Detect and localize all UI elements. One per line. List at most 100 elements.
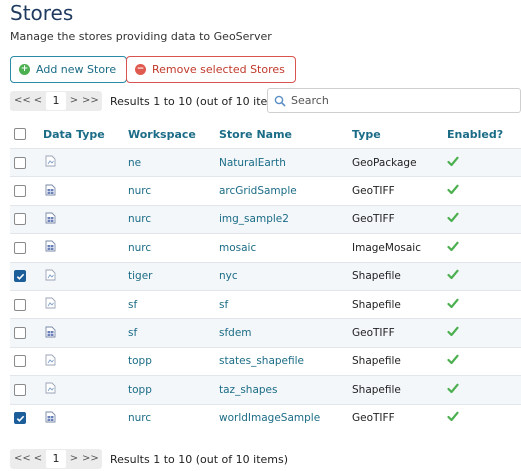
vector-store-icon — [43, 155, 56, 167]
enabled-check-icon — [447, 411, 459, 422]
row-enabled — [447, 354, 521, 368]
vector-store-icon — [43, 382, 56, 394]
enabled-check-icon — [447, 212, 459, 223]
row-data-type — [43, 297, 128, 312]
pager-prev-button[interactable]: < — [30, 92, 46, 110]
row-select-checkbox[interactable] — [14, 298, 26, 311]
row-store-name-link[interactable]: mosaic — [219, 242, 256, 254]
header-data-type[interactable]: Data Type — [43, 128, 128, 141]
select-all-cell — [10, 128, 43, 140]
row-select-checkbox[interactable] — [14, 213, 26, 226]
enabled-check-icon — [447, 241, 459, 252]
page-subtitle: Manage the stores providing data to GeoS… — [10, 30, 272, 43]
row-enabled — [447, 212, 521, 226]
row-store-name-link[interactable]: sf — [219, 299, 228, 311]
table-row: nurc worldImageSample GeoTIFF — [10, 403, 521, 432]
row-workspace-link[interactable]: sf — [128, 327, 137, 339]
header-type[interactable]: Type — [352, 128, 447, 141]
table-row: nurc arcGridSample GeoTIFF — [10, 176, 521, 204]
enabled-check-icon — [447, 156, 459, 167]
row-type: Shapefile — [352, 270, 401, 283]
header-store-name[interactable]: Store Name — [219, 128, 352, 141]
row-select-checkbox[interactable] — [14, 185, 26, 198]
row-workspace-link[interactable]: nurc — [128, 412, 151, 424]
add-new-store-label: Add new Store — [36, 63, 117, 76]
pager-controls-bottom: << < 1 > >> — [10, 449, 102, 469]
pager-next-button[interactable]: > — [66, 92, 82, 110]
pager-page-1-bottom[interactable]: 1 — [46, 450, 66, 468]
enabled-check-icon — [447, 354, 459, 365]
minus-icon: − — [135, 64, 146, 75]
row-type: GeoPackage — [352, 156, 417, 169]
row-select-checkbox[interactable] — [14, 270, 26, 283]
row-type: ImageMosaic — [352, 241, 421, 254]
table-row: topp states_shapefile Shapefile — [10, 346, 521, 375]
row-store-name-link[interactable]: nyc — [219, 270, 238, 282]
row-workspace-link[interactable]: ne — [128, 157, 141, 169]
row-select-cell — [10, 270, 43, 283]
row-data-type — [43, 382, 128, 397]
row-data-type — [43, 155, 128, 170]
row-select-checkbox[interactable] — [14, 383, 26, 396]
header-workspace[interactable]: Workspace — [128, 128, 219, 141]
pager-top: << < 1 > >> Results 1 to 10 (out of 10 i… — [10, 90, 288, 112]
row-data-type — [43, 269, 128, 284]
row-data-type — [43, 354, 128, 369]
row-select-checkbox[interactable] — [14, 355, 26, 368]
row-data-type — [43, 240, 128, 255]
pager-page-1[interactable]: 1 — [46, 92, 66, 110]
search-input[interactable] — [291, 94, 501, 107]
row-select-checkbox[interactable] — [14, 327, 26, 340]
row-workspace-link[interactable]: nurc — [128, 242, 151, 254]
row-data-type — [43, 212, 128, 227]
pager-info: Results 1 to 10 (out of 10 items) — [110, 94, 289, 108]
row-workspace-link[interactable]: topp — [128, 355, 152, 367]
table-row: ne NaturalEarth GeoPackage — [10, 148, 521, 177]
raster-store-icon — [43, 326, 56, 338]
search-box[interactable] — [267, 88, 521, 113]
row-workspace-link[interactable]: topp — [128, 384, 152, 396]
row-workspace-link[interactable]: nurc — [128, 213, 151, 225]
remove-selected-stores-label: Remove selected Stores — [152, 63, 285, 76]
remove-selected-stores-button[interactable]: − Remove selected Stores — [126, 56, 296, 83]
table-row: nurc mosaic ImageMosaic — [10, 233, 521, 261]
pager-prev-button-bottom[interactable]: < — [30, 450, 46, 468]
pager-bottom: << < 1 > >> Results 1 to 10 (out of 10 i… — [10, 448, 288, 470]
row-store-name-link[interactable]: arcGridSample — [219, 185, 297, 197]
row-data-type — [43, 184, 128, 199]
row-type: GeoTIFF — [352, 327, 395, 340]
pager-last-button-bottom[interactable]: >> — [82, 450, 99, 468]
row-store-name-link[interactable]: taz_shapes — [219, 384, 277, 396]
row-select-checkbox[interactable] — [14, 412, 26, 425]
row-data-type — [43, 326, 128, 341]
row-workspace-link[interactable]: tiger — [128, 270, 152, 282]
row-select-cell — [10, 185, 43, 198]
row-select-cell — [10, 298, 43, 311]
row-store-name-link[interactable]: img_sample2 — [219, 213, 289, 225]
raster-store-icon — [43, 184, 56, 196]
row-select-checkbox[interactable] — [14, 156, 26, 169]
table-row: tiger nyc Shapefile — [10, 261, 521, 290]
row-store-name-link[interactable]: states_shapefile — [219, 355, 304, 367]
select-all-checkbox[interactable] — [14, 128, 26, 140]
row-enabled — [447, 241, 521, 255]
row-select-checkbox[interactable] — [14, 241, 26, 254]
add-new-store-button[interactable]: + Add new Store — [10, 56, 128, 83]
enabled-check-icon — [447, 269, 459, 280]
row-workspace-link[interactable]: sf — [128, 299, 137, 311]
page-title: Stores — [10, 1, 74, 25]
table-row: sf sfdem GeoTIFF — [10, 318, 521, 347]
row-store-name-link[interactable]: NaturalEarth — [219, 157, 286, 169]
pager-first-button-bottom[interactable]: << — [14, 450, 31, 468]
enabled-check-icon — [447, 184, 459, 195]
vector-store-icon — [43, 269, 56, 281]
row-store-name-link[interactable]: worldImageSample — [219, 412, 320, 424]
pager-last-button[interactable]: >> — [82, 92, 99, 110]
header-enabled[interactable]: Enabled? — [447, 128, 521, 141]
pager-first-button[interactable]: << — [14, 92, 31, 110]
pager-next-button-bottom[interactable]: > — [66, 450, 82, 468]
row-workspace-link[interactable]: nurc — [128, 185, 151, 197]
table-body: ne NaturalEarth GeoPackage nurc arcGridSampl… — [10, 148, 521, 432]
row-store-name-link[interactable]: sfdem — [219, 327, 252, 339]
plus-icon: + — [19, 64, 30, 75]
